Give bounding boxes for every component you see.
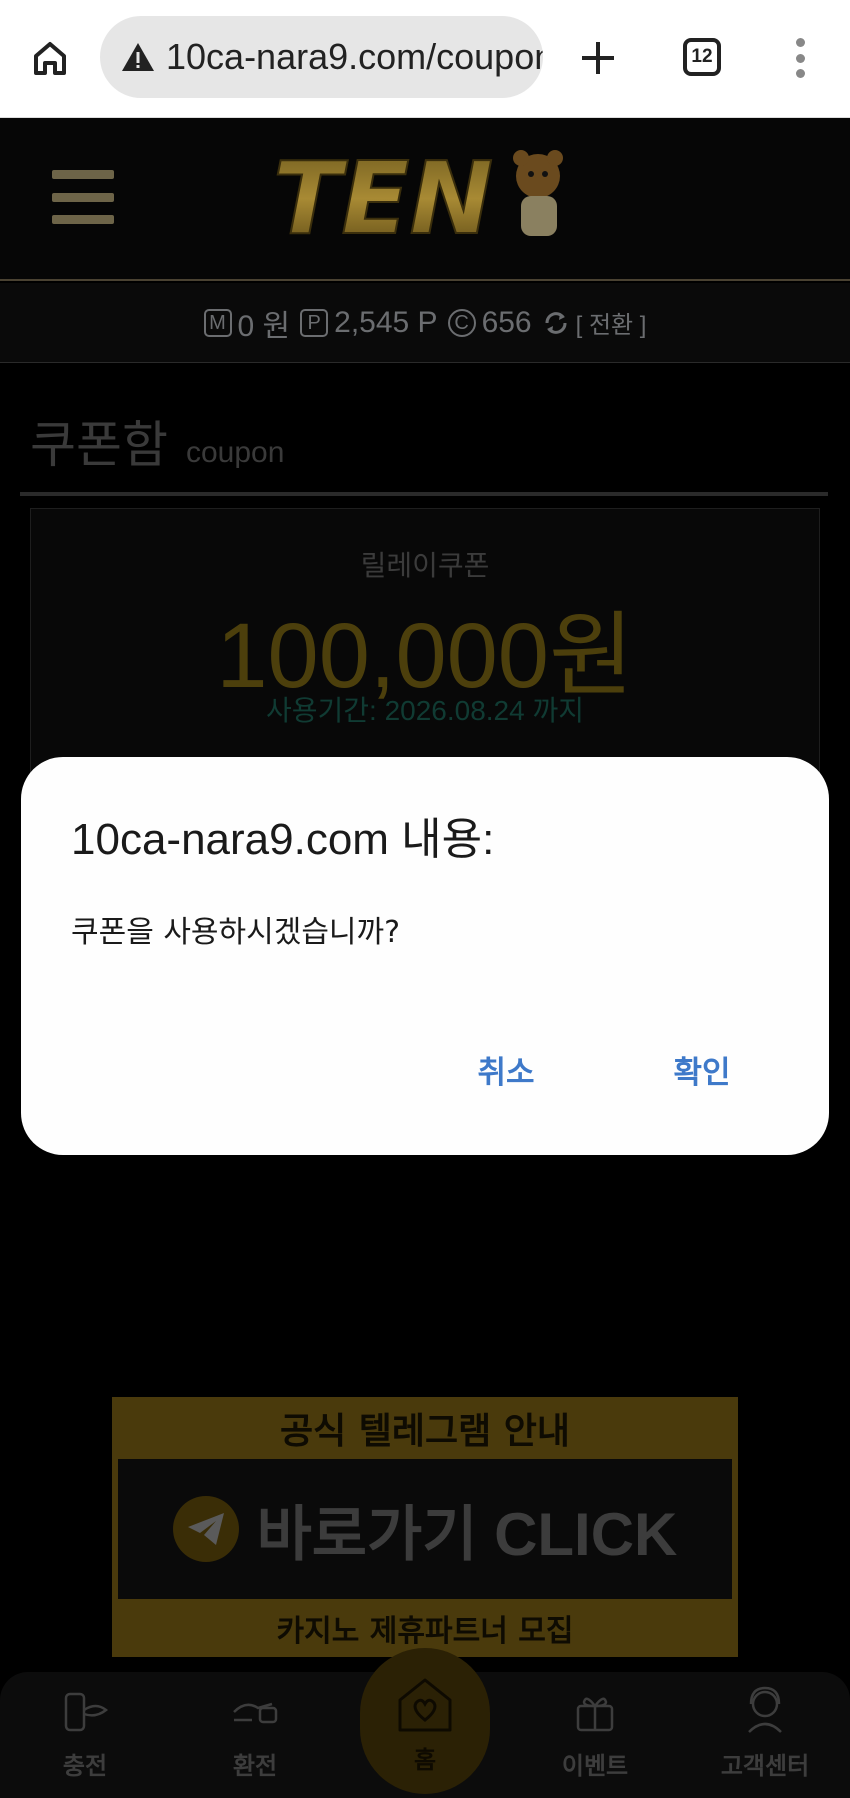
point-balance: P 2,545 P <box>300 305 438 340</box>
browser-menu-icon[interactable] <box>790 38 810 78</box>
page-title-english: coupon <box>186 436 285 469</box>
banner-top-text: 공식 텔레그램 안내 <box>279 1411 571 1452</box>
dialog-title: 10ca-nara9.com 내용: <box>71 815 495 864</box>
swap-button[interactable]: [ 전환 ] <box>542 305 647 340</box>
headset-icon <box>738 1684 792 1738</box>
home-heart-icon <box>398 1678 452 1732</box>
charge-icon <box>58 1684 112 1738</box>
nav-event-label[interactable]: 이벤트 <box>562 1746 628 1781</box>
comp-balance: C 656 <box>447 305 532 340</box>
ten-logo[interactable]: TEN <box>265 138 585 258</box>
address-bar[interactable]: 10ca-nara9.com/coupon <box>100 16 543 98</box>
page-title-korean: 쿠폰함 <box>30 416 168 474</box>
site-header: TEN <box>0 118 850 281</box>
hamburger-menu-icon[interactable] <box>52 170 114 224</box>
refresh-icon <box>545 311 567 334</box>
point-value: 2,545 P <box>334 305 438 339</box>
telegram-banner[interactable]: 공식 텔레그램 안내 바로가기 CLICK 카지노 제휴파트너 모집 <box>112 1397 738 1657</box>
logo-text: TEN <box>273 140 493 256</box>
nav-support[interactable]: 고객센터 <box>700 1684 830 1788</box>
cancel-button[interactable]: 취소 <box>461 1042 551 1096</box>
banner-click-label[interactable]: 바로가기 CLICK <box>257 1486 678 1573</box>
confirm-dialog: 10ca-nara9.com 내용: 쿠폰을 사용하시겠습니까? 취소 확인 <box>21 757 829 1155</box>
page-title: 쿠폰함 coupon <box>30 405 284 477</box>
browser-home-icon[interactable] <box>24 32 76 84</box>
comp-value: 656 <box>481 305 532 339</box>
nav-support-label[interactable]: 고객센터 <box>721 1746 809 1781</box>
balance-bar: M 0 원 P 2,545 P C 656 [ 전환 ] <box>0 283 850 363</box>
nav-charge-label[interactable]: 충전 <box>63 1746 107 1781</box>
exchange-icon <box>228 1684 282 1738</box>
bear-mascot-icon <box>513 150 563 236</box>
point-icon: P <box>300 308 329 337</box>
nav-exchange[interactable]: 환전 <box>190 1684 320 1788</box>
nav-charge[interactable]: 충전 <box>20 1684 150 1788</box>
telegram-icon <box>172 1496 239 1562</box>
coupon-card[interactable]: 릴레이쿠폰 100,000원 사용기간: 2026.08.24 까지 <box>30 508 820 778</box>
coupon-expiry: 사용기간: 2026.08.24 까지 <box>265 695 585 726</box>
tab-switcher-button[interactable]: 12 <box>683 38 721 76</box>
title-divider <box>20 492 828 496</box>
nav-home-button[interactable]: 홈 <box>360 1648 490 1794</box>
ok-button[interactable]: 확인 <box>657 1042 747 1096</box>
nav-home-label[interactable]: 홈 <box>414 1740 436 1775</box>
gift-icon <box>568 1684 622 1738</box>
money-value: 0 원 <box>237 309 291 343</box>
swap-label[interactable]: [ 전환 ] <box>576 305 647 340</box>
money-icon: M <box>203 308 232 337</box>
money-balance: M 0 원 <box>203 301 291 345</box>
coupon-name: 릴레이쿠폰 <box>360 549 490 582</box>
browser-toolbar: 10ca-nara9.com/coupon 12 <box>0 0 850 118</box>
not-secure-warning-icon[interactable] <box>118 37 158 77</box>
banner-click-area[interactable]: 바로가기 CLICK <box>118 1459 732 1599</box>
url-text[interactable]: 10ca-nara9.com/coupon <box>166 36 543 78</box>
nav-exchange-label[interactable]: 환전 <box>233 1746 277 1781</box>
comp-icon: C <box>447 308 476 337</box>
dialog-message: 쿠폰을 사용하시겠습니까? <box>71 915 401 950</box>
new-tab-plus-icon[interactable] <box>574 34 622 82</box>
nav-event[interactable]: 이벤트 <box>530 1684 660 1788</box>
